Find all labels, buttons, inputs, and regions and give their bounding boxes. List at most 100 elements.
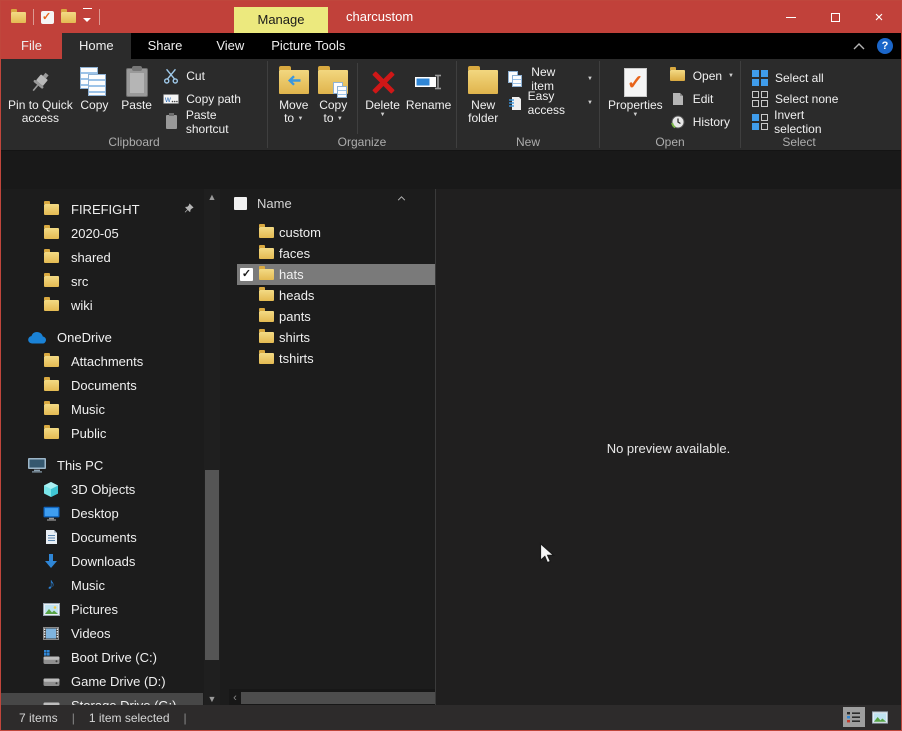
ribbon-group-organize: Move to ▼ Copy to ▼ Delete ▼ Rename	[268, 59, 456, 150]
thumbnail-view-button[interactable]	[869, 707, 891, 727]
sidebar-item-game-drive-d[interactable]: Game Drive (D:)	[1, 669, 203, 693]
chevron-down-icon	[83, 18, 91, 23]
button-label: Select all	[775, 71, 824, 85]
row-checkbox[interactable]: ✓	[240, 268, 253, 281]
select-all-button[interactable]: Select all	[747, 67, 855, 89]
sidebar-scrollbar[interactable]: ▲ ▼	[204, 189, 220, 707]
sidebar-item-firefight[interactable]: FIREFIGHT	[1, 197, 203, 221]
sidebar-item-public[interactable]: Public	[1, 421, 203, 445]
paste-shortcut-button[interactable]: Paste shortcut	[158, 110, 265, 134]
button-label: Invert selection	[774, 108, 851, 136]
sidebar-item-label: Desktop	[71, 506, 119, 521]
properties-button[interactable]: Properties ▼	[606, 63, 665, 134]
button-label: Easy access	[528, 89, 581, 117]
ribbon-controls: ?	[853, 33, 893, 59]
column-header-name[interactable]: Name	[257, 196, 292, 211]
file-name: hats	[279, 267, 304, 282]
group-label-organize: Organize	[268, 135, 456, 149]
new-folder-button[interactable]: New folder	[463, 63, 503, 134]
button-label: Delete	[365, 99, 400, 112]
status-bar: 7 items | 1 item selected |	[1, 705, 901, 730]
sidebar-item-boot-drive-c[interactable]: Boot Drive (C:)	[1, 645, 203, 669]
sidebar-item-music[interactable]: Music	[1, 397, 203, 421]
sidebar-item-this-pc[interactable]: This PC	[1, 453, 203, 477]
scroll-up-icon[interactable]: ▲	[204, 189, 220, 205]
sidebar-item-2020-05[interactable]: 2020-05	[1, 221, 203, 245]
button-label: Move to ▼	[274, 99, 313, 126]
items-count: 7 items	[19, 711, 58, 725]
close-button[interactable]: ×	[857, 1, 901, 33]
maximize-button[interactable]	[813, 1, 857, 33]
copy-button[interactable]: Copy	[74, 63, 115, 134]
folder-icon	[259, 352, 274, 367]
tab-home[interactable]: Home	[62, 33, 131, 59]
button-label: New folder	[463, 99, 503, 125]
sidebar-item-3d-objects[interactable]: 3D Objects	[1, 477, 203, 501]
cut-button[interactable]: Cut	[158, 64, 265, 87]
view-buttons	[843, 707, 891, 727]
sort-ascending-icon	[397, 189, 406, 204]
new-item-button[interactable]: New item ▼	[503, 67, 597, 91]
sidebar-item-shared[interactable]: shared	[1, 245, 203, 269]
qat-customize-dropdown[interactable]	[83, 8, 92, 26]
navigation-pane: FIREFIGHT2020-05shared src wiki OneDrive Att…	[1, 189, 229, 707]
folder-icon	[259, 247, 274, 262]
button-label: Copy to ▼	[313, 99, 352, 126]
button-label: History	[693, 115, 730, 129]
sidebar-item-music[interactable]: ♪Music	[1, 573, 203, 597]
button-label: Cut	[186, 69, 205, 83]
sidebar-item-downloads[interactable]: Downloads	[1, 549, 203, 573]
minimize-button[interactable]	[769, 1, 813, 33]
minimize-icon	[786, 17, 796, 18]
details-view-button[interactable]	[843, 707, 865, 727]
sidebar-item-documents[interactable]: Documents	[1, 373, 203, 397]
rename-button[interactable]: Rename	[403, 63, 454, 134]
open-button[interactable]: Open ▼	[665, 64, 738, 87]
sidebar-item-videos[interactable]: Videos	[1, 621, 203, 645]
copy-path-button[interactable]: w Copy path	[158, 87, 265, 110]
delete-button[interactable]: Delete ▼	[362, 63, 403, 134]
select-none-button[interactable]: Select none	[747, 89, 855, 111]
history-button[interactable]: History	[665, 111, 738, 134]
sidebar-item-pictures[interactable]: Pictures	[1, 597, 203, 621]
sidebar-item-attachments[interactable]: Attachments	[1, 349, 203, 373]
sidebar-item-onedrive[interactable]: OneDrive	[1, 325, 203, 349]
tab-file[interactable]: File	[1, 33, 62, 59]
ribbon-group-new: New folder New item ▼ Easy access ▼ New	[457, 59, 599, 150]
paste-button[interactable]: Paste	[115, 63, 158, 134]
open-folder-icon	[669, 70, 687, 81]
sidebar-item-label: OneDrive	[57, 330, 112, 345]
move-to-button[interactable]: Move to ▼	[274, 63, 313, 134]
easy-access-button[interactable]: Easy access ▼	[503, 91, 597, 115]
tab-view[interactable]: View	[199, 33, 261, 59]
folder-icon[interactable]	[61, 12, 76, 23]
minimize-ribbon-icon[interactable]	[853, 43, 865, 50]
inner-separator	[357, 63, 358, 134]
folder-icon	[41, 204, 61, 215]
paste-shortcut-icon	[162, 115, 180, 129]
folder-icon[interactable]	[11, 12, 26, 23]
sidebar-item-desktop[interactable]: Desktop	[1, 501, 203, 525]
copy-to-button[interactable]: Copy to ▼	[313, 63, 352, 134]
sidebar-item-label: src	[71, 274, 88, 289]
thumbnail-view-icon	[872, 711, 888, 724]
invert-selection-button[interactable]: Invert selection	[747, 110, 855, 134]
sidebar-item-src[interactable]: src	[1, 269, 203, 293]
sidebar-item-wiki[interactable]: wiki	[1, 293, 203, 317]
copy-to-icon	[318, 65, 348, 99]
explorer-window: Manage charcustom × File Home Share View…	[0, 0, 902, 731]
tab-share[interactable]: Share	[131, 33, 200, 59]
select-all-checkbox[interactable]	[234, 197, 247, 210]
pin-to-quick-access-button[interactable]: Pin to Quick access	[7, 63, 74, 134]
new-folder-icon	[468, 65, 498, 99]
tab-manage[interactable]: Manage	[234, 7, 328, 33]
tab-picture-tools[interactable]: Picture Tools	[261, 33, 355, 59]
help-icon[interactable]: ?	[877, 38, 893, 54]
window-title: charcustom	[346, 1, 413, 33]
sidebar-item-documents[interactable]: Documents	[1, 525, 203, 549]
pic-icon	[41, 603, 61, 616]
properties-check-icon[interactable]	[41, 11, 54, 24]
rename-icon	[414, 65, 444, 99]
edit-button[interactable]: Edit	[665, 87, 738, 110]
scrollbar-thumb[interactable]	[205, 470, 219, 660]
